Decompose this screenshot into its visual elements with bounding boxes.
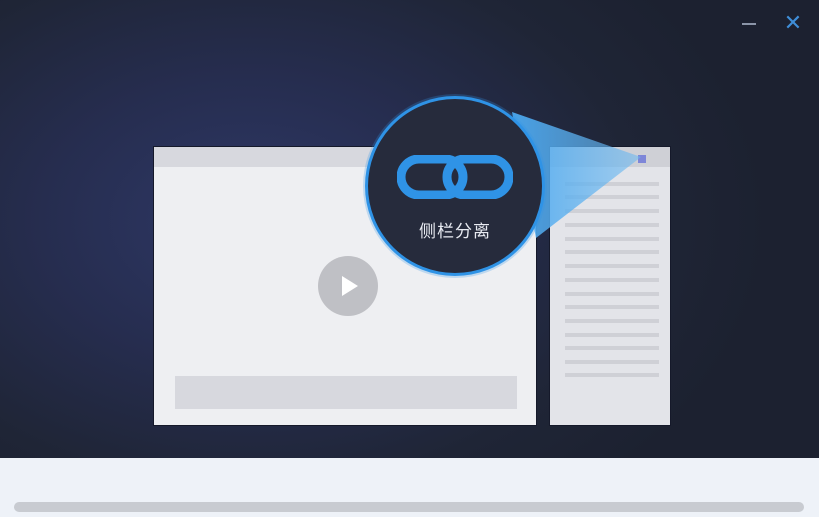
bottom-panel — [0, 458, 819, 517]
link-icon — [397, 155, 513, 199]
feature-magnifier: 侧栏分离 — [365, 96, 545, 276]
horizontal-scrollbar[interactable] — [14, 502, 804, 512]
intro-stage: ✕ 侧栏分离 — [0, 0, 819, 458]
feature-label: 侧栏分离 — [419, 222, 491, 242]
